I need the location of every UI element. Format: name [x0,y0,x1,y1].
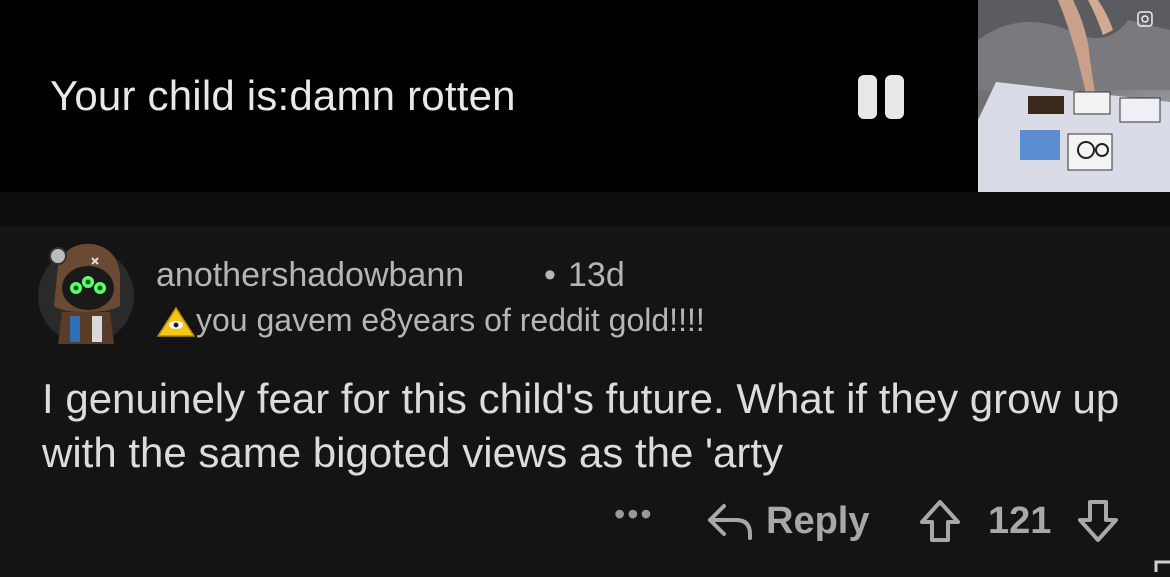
downvote-arrow-icon[interactable] [1076,498,1120,544]
pause-icon[interactable] [858,75,906,119]
scroll-indicator [1152,558,1170,572]
reply-button[interactable]: Reply [766,500,869,543]
reply-arrow-icon[interactable] [706,500,754,542]
user-flair: you gavem e8years of reddit gold!!!! [196,302,705,338]
comment-age: 13d [568,256,625,294]
video-player[interactable]: Your child is:damn rotten [0,0,1170,192]
avatar[interactable] [36,236,136,346]
video-thumbnail [978,0,1170,192]
comment-body: I genuinely fear for this child's future… [42,375,1120,476]
upvote-arrow-icon[interactable] [918,498,962,544]
video-caption: Your child is:damn rotten [50,72,516,119]
divider [0,192,1170,226]
vote-score: 121 [988,500,1052,542]
more-options-button[interactable]: ••• [614,496,654,533]
meta-separator: • [544,256,556,294]
illuminati-pyramid-icon [156,306,196,338]
comment-username[interactable]: anothershadowbann [156,256,464,295]
